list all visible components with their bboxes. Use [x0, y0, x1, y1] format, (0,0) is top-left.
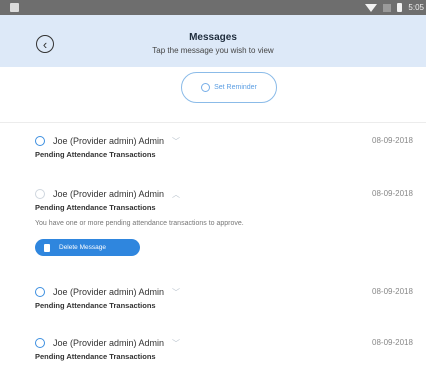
- set-reminder-button[interactable]: Set Reminder: [181, 72, 277, 103]
- header: ‹ Messages Tap the message you wish to v…: [0, 15, 426, 67]
- message-sender: Joe (Provider admin) Admin: [53, 338, 165, 348]
- message-item[interactable]: Joe (Provider admin) Admin ﹀ 08-09-2018 …: [0, 336, 426, 366]
- message-item-expanded[interactable]: Joe (Provider admin) Admin ︿ 08-09-2018 …: [0, 187, 426, 262]
- message-date: 08-09-2018: [372, 287, 413, 296]
- delete-message-label: Delete Message: [59, 244, 106, 251]
- page-subtitle: Tap the message you wish to view: [152, 46, 274, 55]
- chevron-down-icon[interactable]: ﹀: [172, 287, 180, 298]
- unread-status-icon: [35, 338, 45, 348]
- status-bar: 5:05: [0, 0, 426, 15]
- status-icons: 5:05: [365, 1, 424, 14]
- wifi-icon: [365, 3, 378, 12]
- message-subject: Pending Attendance Transactions: [35, 352, 156, 361]
- unread-status-icon: [35, 136, 45, 146]
- bell-icon: [201, 83, 211, 92]
- message-date: 08-09-2018: [372, 136, 413, 145]
- message-sender: Joe (Provider admin) Admin: [53, 189, 165, 199]
- message-item[interactable]: Joe (Provider admin) Admin ﹀ 08-09-2018 …: [0, 134, 426, 164]
- signal-icon: [383, 3, 392, 12]
- clock: 5:05: [408, 3, 424, 12]
- trash-icon: [44, 243, 50, 252]
- chevron-down-icon[interactable]: ﹀: [172, 136, 180, 147]
- divider: [0, 122, 426, 123]
- page-title: Messages: [189, 32, 237, 43]
- chevron-up-icon[interactable]: ︿: [172, 189, 180, 200]
- message-item[interactable]: Joe (Provider admin) Admin ﹀ 08-09-2018 …: [0, 285, 426, 315]
- message-subject: Pending Attendance Transactions: [35, 203, 156, 212]
- chevron-down-icon[interactable]: ﹀: [172, 338, 180, 349]
- delete-message-button[interactable]: Delete Message: [35, 239, 140, 256]
- set-reminder-label: Set Reminder: [214, 84, 257, 91]
- unread-status-icon: [35, 287, 45, 297]
- message-date: 08-09-2018: [372, 189, 413, 198]
- message-date: 08-09-2018: [372, 338, 413, 347]
- message-subject: Pending Attendance Transactions: [35, 150, 156, 159]
- battery-icon: [397, 3, 403, 12]
- notification-icon: [10, 3, 19, 12]
- message-body: You have one or more pending attendance …: [35, 220, 244, 227]
- message-subject: Pending Attendance Transactions: [35, 301, 156, 310]
- message-sender: Joe (Provider admin) Admin: [53, 136, 165, 146]
- message-sender: Joe (Provider admin) Admin: [53, 287, 165, 297]
- read-status-icon: [35, 189, 45, 199]
